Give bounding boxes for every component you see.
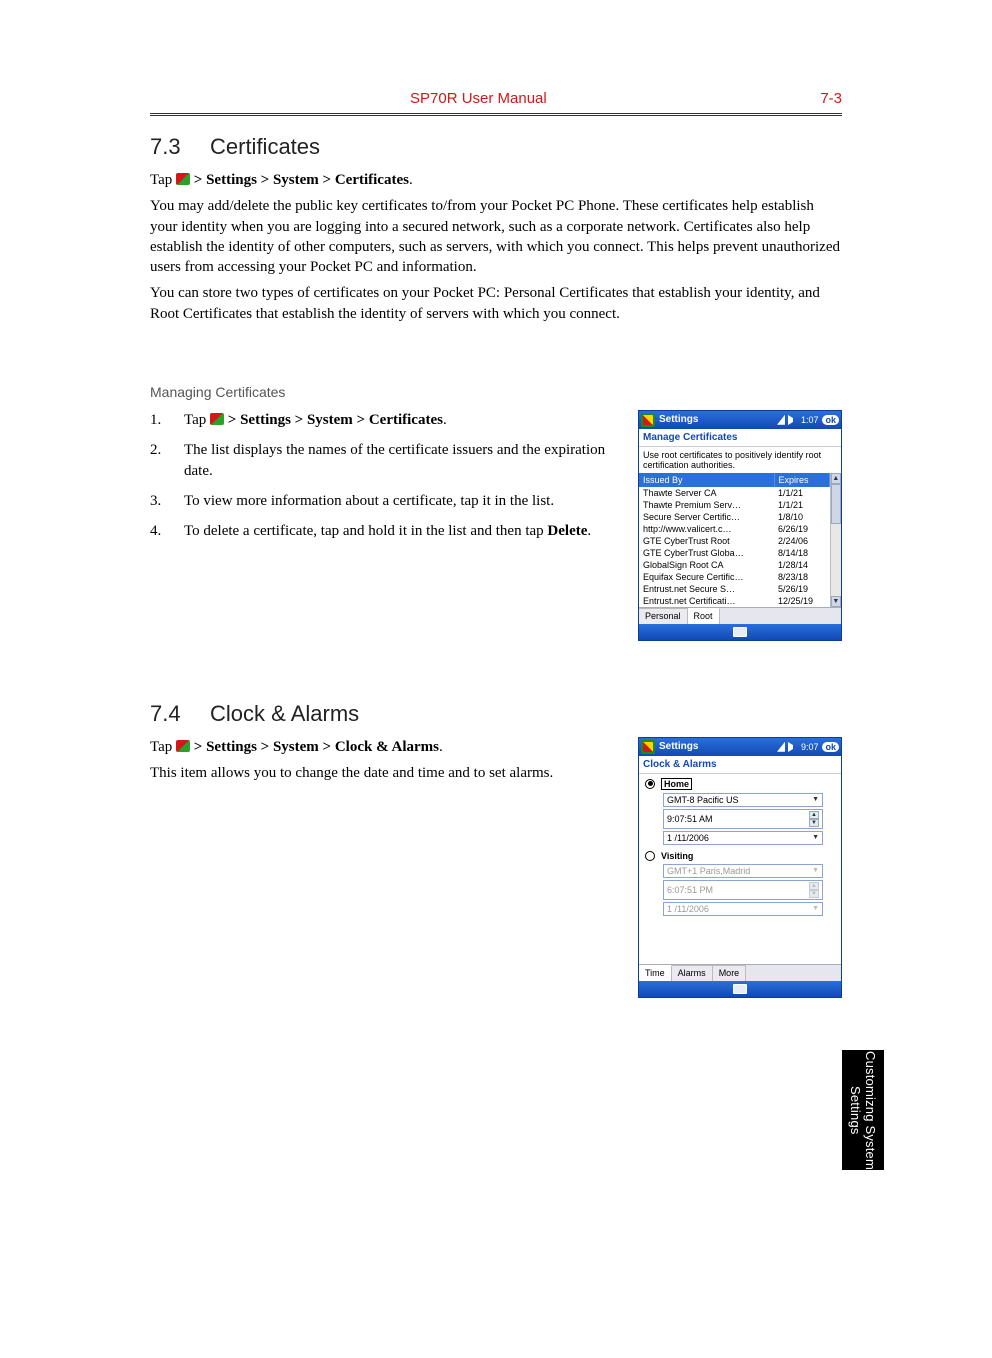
tab-personal[interactable]: Personal [639, 608, 688, 624]
sip-bar[interactable] [639, 624, 841, 640]
start-icon[interactable] [641, 413, 655, 427]
ppc-tray: 1:07 [777, 415, 819, 425]
home-time[interactable]: 9:07:51 AM ▲▼ [663, 809, 823, 829]
table-row[interactable]: Entrust.net Certificati…12/25/19 [639, 595, 829, 607]
step-2: The list displays the names of the certi… [150, 440, 610, 484]
ppc-titlebar: Settings 1:07 ok [639, 411, 841, 429]
keyboard-icon[interactable] [733, 627, 747, 637]
table-row[interactable]: Equifax Secure Certific…8/23/18 [639, 571, 829, 583]
time-stepper[interactable]: ▲▼ [809, 811, 819, 827]
speaker-icon [788, 415, 798, 425]
para-7-3-1: You may add/delete the public key certif… [150, 196, 842, 277]
cert-table[interactable]: Issued By Expires Thawte Server CA1/1/21… [639, 473, 830, 607]
ok-button[interactable]: ok [822, 742, 839, 752]
step-1: Tap > Settings > System > Certificates. [150, 410, 610, 432]
nav-path-7-4: Tap > Settings > System > Clock & Alarms… [150, 737, 610, 757]
ppc-clock: 1:07 [801, 415, 819, 425]
table-row[interactable]: Secure Server Certific…1/8/10 [639, 511, 829, 523]
ok-button[interactable]: ok [822, 415, 839, 425]
visiting-timezone: GMT+1 Paris,Madrid▼ [663, 864, 823, 878]
radio-home[interactable] [645, 779, 655, 789]
table-row[interactable]: Thawte Premium Serv…1/1/21 [639, 499, 829, 511]
nav-path-7-3: Tap > Settings > System > Certificates. [150, 170, 842, 190]
table-row[interactable]: GTE CyberTrust Root2/24/06 [639, 535, 829, 547]
screenshot-clock-alarms: Settings 9:07 ok Clock & Alarms Home [638, 737, 842, 998]
header-rule [150, 113, 842, 116]
chevron-down-icon: ▼ [812, 905, 819, 912]
doc-title: SP70R User Manual [410, 90, 547, 107]
chevron-down-icon[interactable]: ▼ [812, 796, 819, 803]
page-number: 7-3 [820, 90, 842, 107]
table-row[interactable]: Entrust.net Secure S…5/26/19 [639, 583, 829, 595]
steps-managing-certs: Tap > Settings > System > Certificates. … [150, 410, 610, 543]
start-icon [210, 413, 224, 425]
para-7-4-1: This item allows you to change the date … [150, 763, 610, 783]
visiting-date: 1 /11/2006▼ [663, 902, 823, 916]
home-timezone[interactable]: GMT-8 Pacific US▼ [663, 793, 823, 807]
ppc-desc: Use root certificates to positively iden… [639, 447, 841, 473]
tab-time[interactable]: Time [639, 965, 672, 981]
ppc-subtitle: Clock & Alarms [639, 756, 841, 774]
start-icon[interactable] [641, 740, 655, 754]
table-row[interactable]: GlobalSign Root CA1/28/14 [639, 559, 829, 571]
scroll-up-icon[interactable]: ▲ [831, 473, 841, 484]
signal-icon [777, 415, 785, 425]
scroll-thumb[interactable] [831, 484, 841, 524]
table-row[interactable]: GTE CyberTrust Globa…8/14/18 [639, 547, 829, 559]
side-tab: Customizng System Settings [842, 1050, 884, 1170]
subhead-managing-certs: Managing Certificates [150, 384, 842, 400]
start-icon [176, 173, 190, 185]
scroll-down-icon[interactable]: ▼ [831, 596, 841, 607]
home-row: Home [645, 778, 835, 790]
tab-alarms[interactable]: Alarms [672, 965, 713, 981]
chevron-down-icon: ▼ [812, 867, 819, 874]
ppc-app-title: Settings [659, 414, 773, 425]
label-visiting: Visiting [661, 851, 693, 861]
table-row[interactable]: http://www.valicert.c…6/26/19 [639, 523, 829, 535]
start-icon [176, 740, 190, 752]
signal-icon [777, 742, 785, 752]
section-7-4-heading: 7.4Clock & Alarms [150, 701, 842, 727]
section-7-3-heading: 7.3Certificates [150, 134, 842, 160]
home-date[interactable]: 1 /11/2006▼ [663, 831, 823, 845]
ppc-titlebar: Settings 9:07 ok [639, 738, 841, 756]
time-stepper: ▲▼ [809, 882, 819, 898]
speaker-icon [788, 742, 798, 752]
ppc-app-title: Settings [659, 741, 773, 752]
tab-root[interactable]: Root [688, 608, 720, 624]
label-home: Home [661, 778, 692, 790]
step-4: To delete a certificate, tap and hold it… [150, 521, 610, 543]
visiting-row: Visiting [645, 851, 835, 861]
radio-visiting[interactable] [645, 851, 655, 861]
scrollbar[interactable]: ▲ ▼ [830, 473, 841, 607]
ppc-tray: 9:07 [777, 742, 819, 752]
sip-bar[interactable] [639, 981, 841, 997]
ppc-tabs: Time Alarms More [639, 964, 841, 981]
col-issued-by[interactable]: Issued By [639, 473, 774, 487]
col-expires[interactable]: Expires [774, 473, 829, 487]
ppc-tabs: Personal Root [639, 607, 841, 624]
para-7-3-2: You can store two types of certificates … [150, 283, 842, 324]
tab-more[interactable]: More [713, 965, 747, 981]
ppc-clock: 9:07 [801, 742, 819, 752]
chevron-down-icon[interactable]: ▼ [812, 834, 819, 841]
step-3: To view more information about a certifi… [150, 491, 610, 513]
screenshot-certificates: Settings 1:07 ok Manage Certificates Use… [638, 410, 842, 641]
visiting-time: 6:07:51 PM ▲▼ [663, 880, 823, 900]
ppc-subtitle: Manage Certificates [639, 429, 841, 447]
keyboard-icon[interactable] [733, 984, 747, 994]
table-row[interactable]: Thawte Server CA1/1/21 [639, 487, 829, 499]
